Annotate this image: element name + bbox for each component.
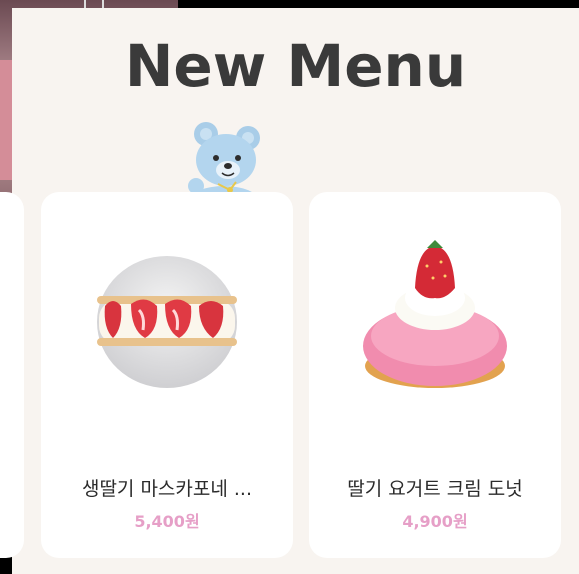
strawberry-mascarpone-donut-image xyxy=(97,256,237,388)
product-name: 생딸기 마스카포네 ... xyxy=(81,478,253,500)
product-card[interactable]: 생딸기 마스카포네 ... 5,400원 xyxy=(41,192,293,558)
product-name: 딸기 요거트 크림 도넛 xyxy=(347,478,523,500)
product-card[interactable]: 딸기 요거트 크림 도넛 4,900원 xyxy=(309,192,561,558)
product-price: 4,900원 xyxy=(402,512,468,531)
new-menu-panel: New Menu 생딸기 마스카포네 ... 5,400원 딸기 요거트 크림 … xyxy=(0,8,579,574)
product-card-previous[interactable] xyxy=(0,192,24,558)
page-title: New Menu xyxy=(124,32,467,100)
product-price: 5,400원 xyxy=(134,512,200,531)
strawberry-yogurt-cream-donut-image xyxy=(363,240,507,388)
